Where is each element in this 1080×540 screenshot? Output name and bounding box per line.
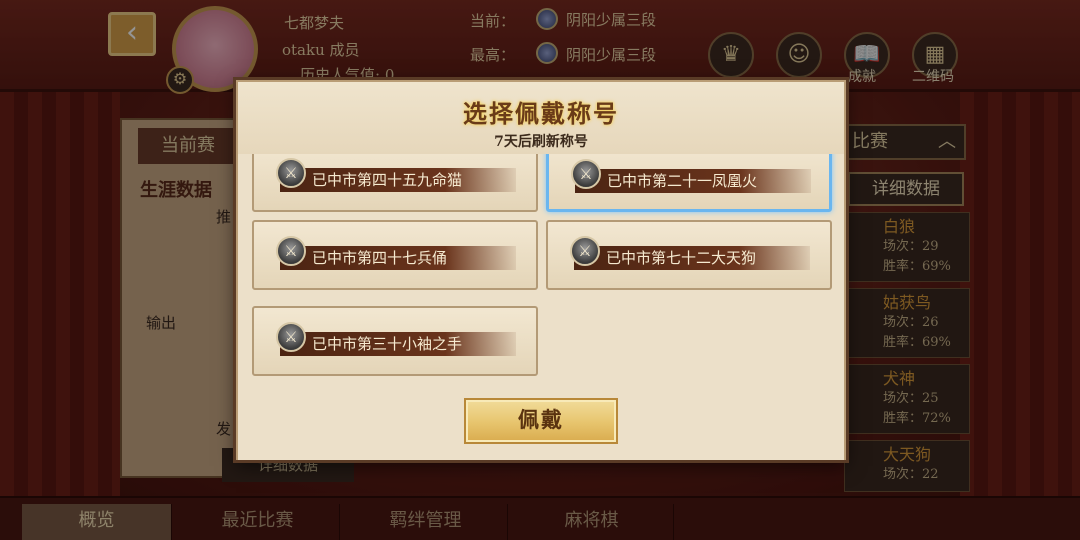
title-option[interactable]: 已中市第三十小袖之手 ⚔	[252, 306, 538, 376]
title-option[interactable]: 已中市第七十二大天狗 ⚔	[546, 220, 832, 290]
samurai-badge-icon: ⚔	[276, 236, 306, 266]
choose-title-dialog: 选择佩戴称号 7天后刷新称号 已中市第四十五九命猫 ⚔ 已中市第二十一凤凰火 ⚔…	[236, 80, 846, 460]
samurai-badge-icon: ⚔	[276, 158, 306, 188]
title-option-label: 已中市第三十小袖之手	[280, 332, 516, 356]
samurai-badge-icon: ⚔	[276, 322, 306, 352]
title-option[interactable]: 已中市第四十五九命猫 ⚔	[252, 154, 538, 212]
title-option-label: 已中市第四十七兵俑	[280, 246, 516, 270]
dialog-footer: 佩戴	[238, 386, 844, 460]
title-option-label: 已中市第二十一凤凰火	[575, 169, 811, 193]
dialog-subtitle: 7天后刷新称号	[494, 134, 588, 150]
samurai-badge-icon: ⚔	[570, 236, 600, 266]
title-option-label: 已中市第七十二大天狗	[574, 246, 810, 270]
samurai-badge-icon: ⚔	[571, 159, 601, 189]
title-option-list[interactable]: 已中市第四十五九命猫 ⚔ 已中市第二十一凤凰火 ⚔ 已中市第四十七兵俑 ⚔ 已中…	[238, 154, 844, 386]
wear-button[interactable]: 佩戴	[464, 398, 618, 444]
title-option-label: 已中市第四十五九命猫	[280, 168, 516, 192]
title-option-selected[interactable]: 已中市第二十一凤凰火 ⚔	[546, 154, 832, 212]
dialog-header: 选择佩戴称号 7天后刷新称号	[238, 82, 844, 154]
dialog-title: 选择佩戴称号	[463, 99, 619, 128]
title-option[interactable]: 已中市第四十七兵俑 ⚔	[252, 220, 538, 290]
